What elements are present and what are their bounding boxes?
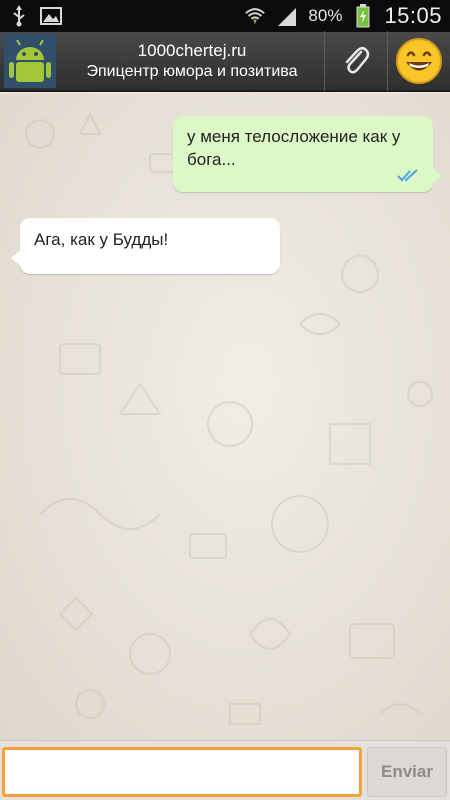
- battery-icon: [352, 4, 374, 28]
- chat-title: 1000chertej.ru: [137, 41, 247, 61]
- clock: 15:05: [384, 3, 442, 28]
- signal-icon: [276, 5, 298, 27]
- chat-header: 1000chertej.ru Эпицентр юмора и позитива: [0, 31, 450, 92]
- chat-subtitle: Эпицентр юмора и позитива: [86, 62, 298, 80]
- status-bar: 80% 15:05: [0, 0, 450, 32]
- message-incoming[interactable]: Ага, как у Будды!: [11, 218, 280, 274]
- smiley-icon[interactable]: [388, 31, 450, 91]
- message-outgoing[interactable]: у меня телосложение как у бога...: [173, 116, 442, 192]
- composer-bar: Enviar: [0, 740, 450, 800]
- send-button[interactable]: Enviar: [367, 747, 447, 797]
- paperclip-icon[interactable]: [325, 31, 387, 91]
- message-input[interactable]: [2, 747, 362, 797]
- wifi-icon: [244, 5, 266, 27]
- double-check-icon: [397, 169, 418, 182]
- android-avatar-icon[interactable]: [0, 31, 60, 91]
- message-text: Ага, как у Будды!: [34, 230, 169, 249]
- status-bar-right: 80% 15:05: [244, 3, 442, 29]
- chat-area[interactable]: у меня телосложение как у бога... Ага, к…: [0, 94, 450, 740]
- message-text: у меня телосложение как у бога...: [187, 127, 401, 169]
- usb-icon: [8, 5, 30, 27]
- battery-percent: 80%: [308, 6, 343, 25]
- status-bar-left: [8, 5, 62, 27]
- chat-title-block[interactable]: 1000chertej.ru Эпицентр юмора и позитива: [60, 41, 324, 81]
- image-icon: [40, 5, 62, 27]
